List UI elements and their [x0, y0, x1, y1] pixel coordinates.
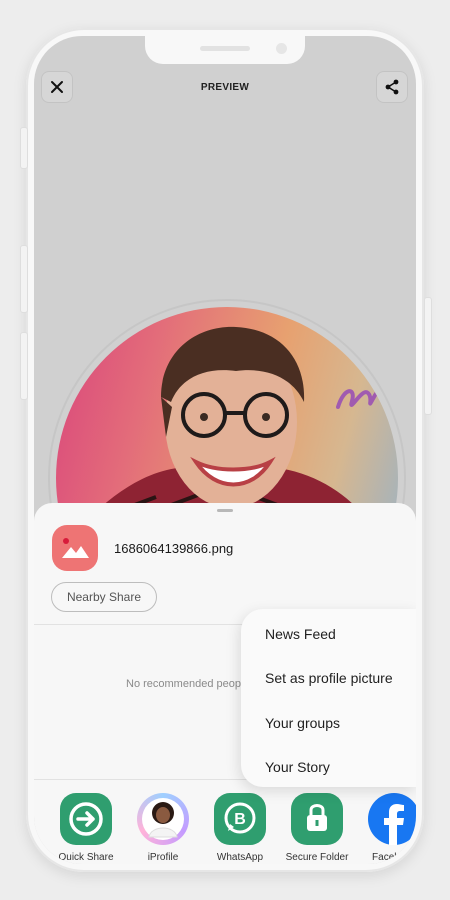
phone-side-button: [20, 245, 28, 313]
phone-side-button: [424, 297, 432, 415]
phone-notch: [145, 36, 305, 64]
app-label: Facebook: [372, 852, 416, 863]
front-camera: [276, 43, 287, 54]
page-title: PREVIEW: [200, 82, 250, 93]
quick-share-icon: [60, 793, 112, 845]
app-label: Quick Share: [58, 852, 114, 863]
facebook-icon: [368, 793, 416, 845]
menu-item-your-story[interactable]: Your Story: [265, 759, 330, 775]
share-button[interactable]: [377, 72, 407, 102]
nearby-share-button[interactable]: Nearby Share: [51, 582, 157, 612]
menu-item-your-groups[interactable]: Your groups: [265, 715, 340, 731]
phone-side-button: [20, 332, 28, 400]
whatsapp-business-icon: B: [214, 793, 266, 845]
phone-side-button: [20, 127, 28, 169]
app-label: Secure Folder: [285, 852, 349, 863]
screen: PREVIEW 1686064139866.png Nearby Share N…: [34, 36, 416, 864]
gallery-image-icon: [62, 538, 89, 558]
app-label: iProfile: [147, 852, 179, 863]
menu-item-set-profile-picture[interactable]: Set as profile picture: [265, 670, 393, 686]
app-row: Quick Share iProfile B WhatsApp Secure F…: [34, 793, 416, 863]
context-menu: News Feed Set as profile picture Your gr…: [241, 609, 416, 787]
app-label: WhatsApp Business: [216, 852, 264, 863]
file-name: 1686064139866.png: [114, 541, 234, 556]
menu-item-news-feed[interactable]: News Feed: [265, 626, 336, 642]
speaker-grille: [200, 46, 250, 51]
svg-text:B: B: [234, 811, 246, 828]
no-recommended-text: No recommended people: [126, 678, 250, 690]
file-thumbnail: [52, 525, 98, 571]
sheet-drag-handle[interactable]: [217, 509, 233, 512]
secure-folder-icon: [291, 793, 343, 845]
share-icon: [385, 79, 399, 95]
iprofile-icon: [137, 793, 189, 845]
